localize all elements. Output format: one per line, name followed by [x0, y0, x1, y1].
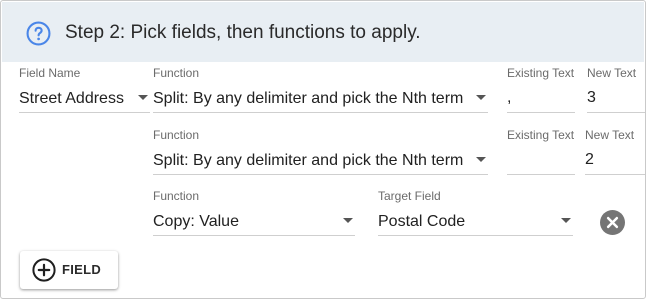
- new-text-label: New Text: [587, 66, 637, 80]
- field-name-select[interactable]: Street Address: [19, 81, 150, 113]
- new-text-field[interactable]: [587, 81, 645, 113]
- field-name-value: Street Address: [19, 90, 124, 107]
- function-value: Copy: Value: [153, 213, 239, 230]
- function-select[interactable]: Split: By any delimiter and pick the Nth…: [153, 81, 488, 113]
- target-field-label: Target Field: [378, 189, 441, 203]
- step-title: Step 2: Pick fields, then functions to a…: [65, 22, 421, 43]
- transform-panel: Step 2: Pick fields, then functions to a…: [0, 0, 646, 299]
- step-header: Step 2: Pick fields, then functions to a…: [2, 2, 644, 62]
- function-select[interactable]: Split: By any delimiter and pick the Nth…: [153, 143, 488, 175]
- help-icon[interactable]: [26, 21, 51, 46]
- new-text-input[interactable]: [587, 87, 645, 109]
- existing-text-label: Existing Text: [507, 128, 575, 142]
- existing-text-field[interactable]: [507, 81, 575, 113]
- function-label: Function: [153, 66, 200, 80]
- caret-down-icon: [476, 95, 486, 100]
- caret-down-icon: [476, 157, 486, 162]
- target-field-value: Postal Code: [378, 213, 466, 230]
- caret-down-icon: [138, 95, 148, 100]
- target-field-select[interactable]: Postal Code: [378, 204, 573, 236]
- function-value: Split: By any delimiter and pick the Nth…: [153, 152, 464, 169]
- new-text-label: New Text: [585, 128, 635, 142]
- add-field-label: FIELD: [62, 262, 102, 277]
- function-label: Function: [153, 189, 200, 203]
- plus-circle-icon: [32, 258, 56, 282]
- close-circle-icon[interactable]: [600, 210, 625, 235]
- existing-text-label: Existing Text: [507, 66, 575, 80]
- caret-down-icon: [343, 218, 353, 223]
- existing-text-field[interactable]: [507, 143, 575, 175]
- function-value: Split: By any delimiter and pick the Nth…: [153, 90, 464, 107]
- existing-text-input[interactable]: [507, 149, 575, 171]
- caret-down-icon: [561, 218, 571, 223]
- field-name-label: Field Name: [19, 66, 81, 80]
- add-field-button[interactable]: FIELD: [20, 251, 118, 289]
- new-text-input[interactable]: [585, 149, 645, 171]
- existing-text-input[interactable]: [507, 87, 575, 109]
- new-text-field[interactable]: [585, 143, 645, 175]
- function-select[interactable]: Copy: Value: [153, 204, 355, 236]
- function-label: Function: [153, 128, 200, 142]
